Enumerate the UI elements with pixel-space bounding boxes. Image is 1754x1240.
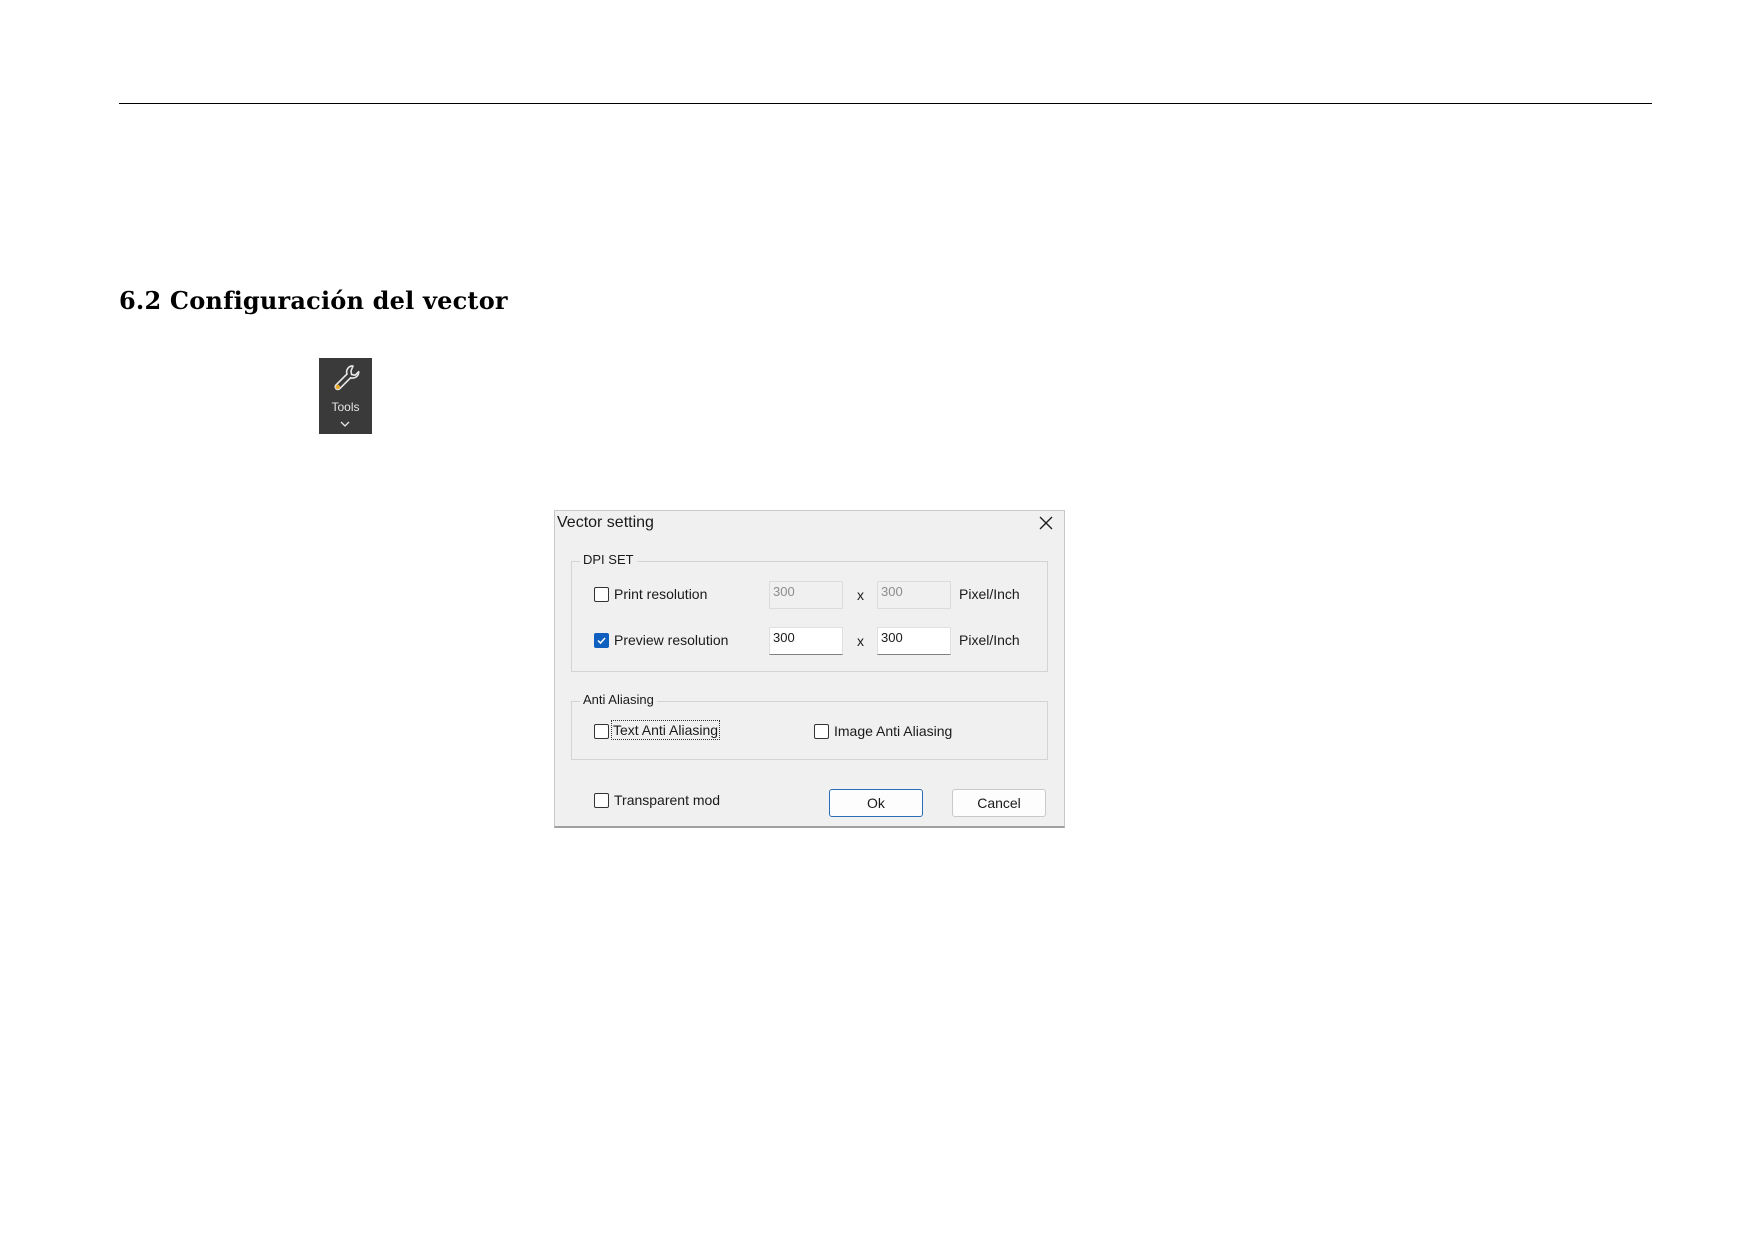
wrench-icon bbox=[334, 365, 360, 391]
checkmark-icon bbox=[597, 637, 606, 645]
image-anti-aliasing-checkbox[interactable] bbox=[814, 724, 829, 739]
dpi-set-legend: DPI SET bbox=[580, 552, 637, 567]
text-anti-aliasing-label: Text Anti Aliasing bbox=[610, 720, 721, 740]
text-anti-aliasing-checkbox[interactable] bbox=[594, 724, 609, 739]
preview-resolution-separator: x bbox=[857, 633, 864, 649]
close-icon[interactable] bbox=[1038, 515, 1054, 531]
transparent-mod-label: Transparent mod bbox=[614, 792, 721, 808]
print-resolution-unit: Pixel/Inch bbox=[959, 586, 1020, 602]
dialog-titlebar: Vector setting bbox=[555, 511, 1064, 541]
print-resolution-y-input[interactable] bbox=[877, 581, 951, 609]
dpi-set-group: DPI SET Print resolution x Pixel/Inch Pr… bbox=[571, 552, 1048, 672]
tools-label: Tools bbox=[331, 400, 360, 414]
preview-resolution-checkbox[interactable] bbox=[594, 633, 609, 648]
preview-resolution-y-input[interactable] bbox=[877, 627, 951, 655]
preview-resolution-label: Preview resolution bbox=[614, 632, 729, 648]
preview-resolution-unit: Pixel/Inch bbox=[959, 632, 1020, 648]
ok-button[interactable]: Ok bbox=[829, 789, 923, 817]
header-rule bbox=[119, 103, 1652, 104]
vector-setting-dialog: Vector setting DPI SET Print resolution … bbox=[554, 510, 1065, 828]
print-resolution-separator: x bbox=[857, 587, 864, 603]
cancel-button[interactable]: Cancel bbox=[952, 789, 1046, 817]
preview-resolution-x-input[interactable] bbox=[769, 627, 843, 655]
print-resolution-label: Print resolution bbox=[614, 586, 708, 602]
image-anti-aliasing-label: Image Anti Aliasing bbox=[834, 723, 953, 739]
dialog-title: Vector setting bbox=[557, 514, 654, 531]
print-resolution-x-input[interactable] bbox=[769, 581, 843, 609]
chevron-down-icon bbox=[340, 421, 350, 427]
transparent-mod-checkbox[interactable] bbox=[594, 793, 609, 808]
tools-button[interactable]: Tools bbox=[319, 358, 372, 434]
anti-aliasing-legend: Anti Aliasing bbox=[580, 692, 657, 707]
print-resolution-checkbox[interactable] bbox=[594, 587, 609, 602]
anti-aliasing-group: Anti Aliasing Text Anti Aliasing Image A… bbox=[571, 692, 1048, 760]
section-heading: 6.2 Configuración del vector bbox=[119, 286, 508, 315]
